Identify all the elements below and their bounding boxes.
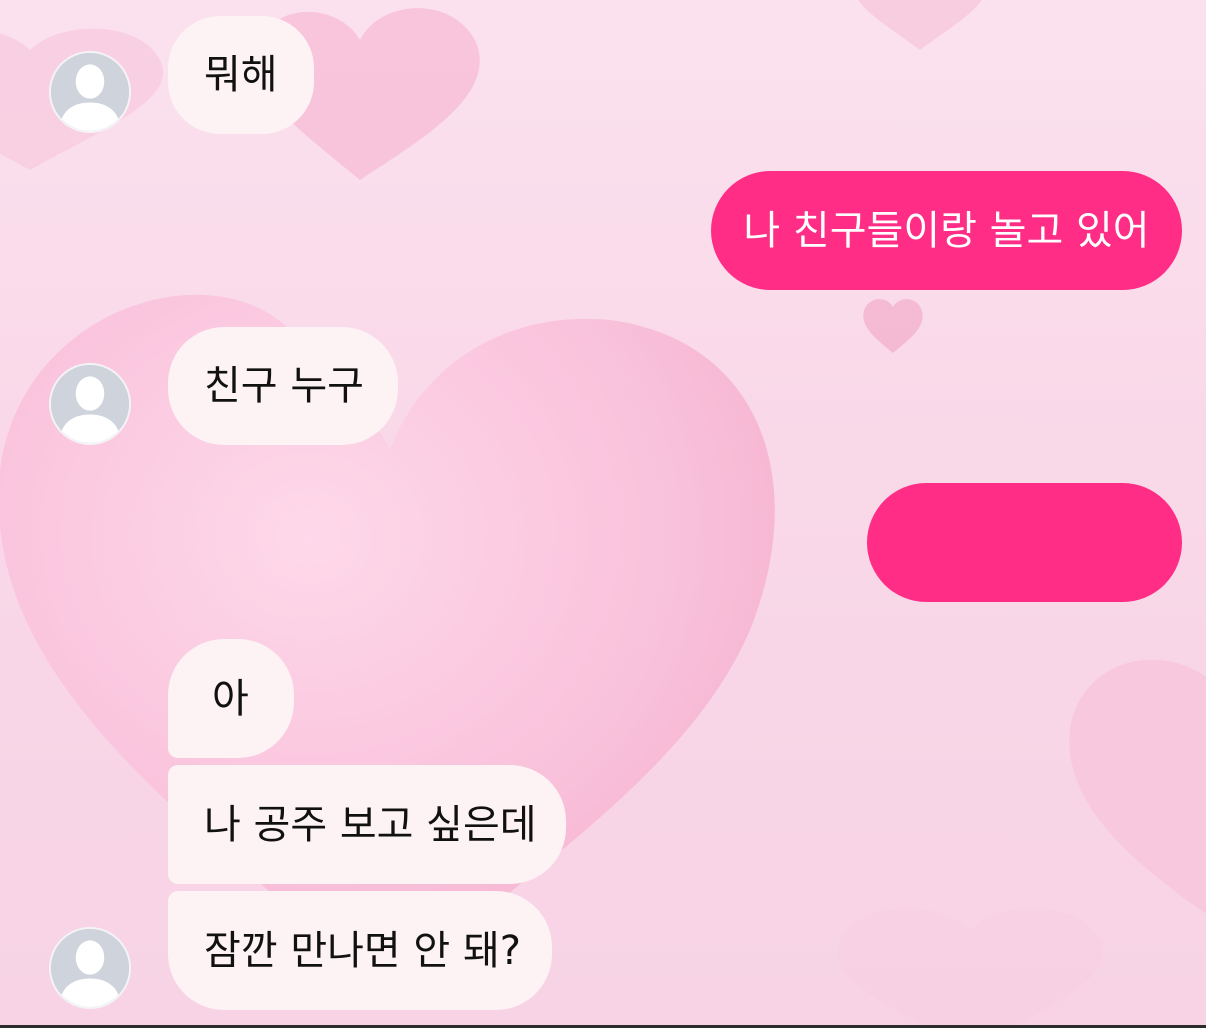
user-silhouette-icon <box>51 53 129 131</box>
tiny-heart-decoration <box>863 299 923 353</box>
message-text: 아 <box>212 675 249 722</box>
message-bubble-incoming[interactable]: 아 <box>168 639 294 758</box>
message-text: 친구 누구 <box>204 363 364 409</box>
small-heart-decoration <box>858 0 982 50</box>
message-text: 나 친구들이랑 놀고 있어 <box>743 207 1150 254</box>
user-silhouette-icon <box>51 365 129 443</box>
avatar[interactable] <box>49 363 131 445</box>
message-bubble-incoming[interactable]: 잠깐 만나면 안 돼? <box>168 891 552 1010</box>
message-bubble-incoming[interactable]: 나 공주 보고 싶은데 <box>168 765 566 884</box>
message-text: 뭐해 <box>204 52 278 98</box>
message-bubble-outgoing[interactable]: 나 친구들이랑 놀고 있어 <box>711 171 1182 290</box>
message-text: 잠깐 만나면 안 돼? <box>204 927 521 974</box>
avatar[interactable] <box>49 51 131 133</box>
avatar[interactable] <box>49 927 131 1009</box>
message-bubble-incoming[interactable]: 친구 누구 <box>168 327 398 445</box>
message-bubble-outgoing[interactable] <box>867 483 1182 602</box>
user-silhouette-icon <box>51 929 129 1007</box>
faint-heart-decoration <box>837 908 1103 1028</box>
message-bubble-incoming[interactable]: 뭐해 <box>168 16 314 134</box>
message-text: 나 공주 보고 싶은데 <box>204 801 537 848</box>
